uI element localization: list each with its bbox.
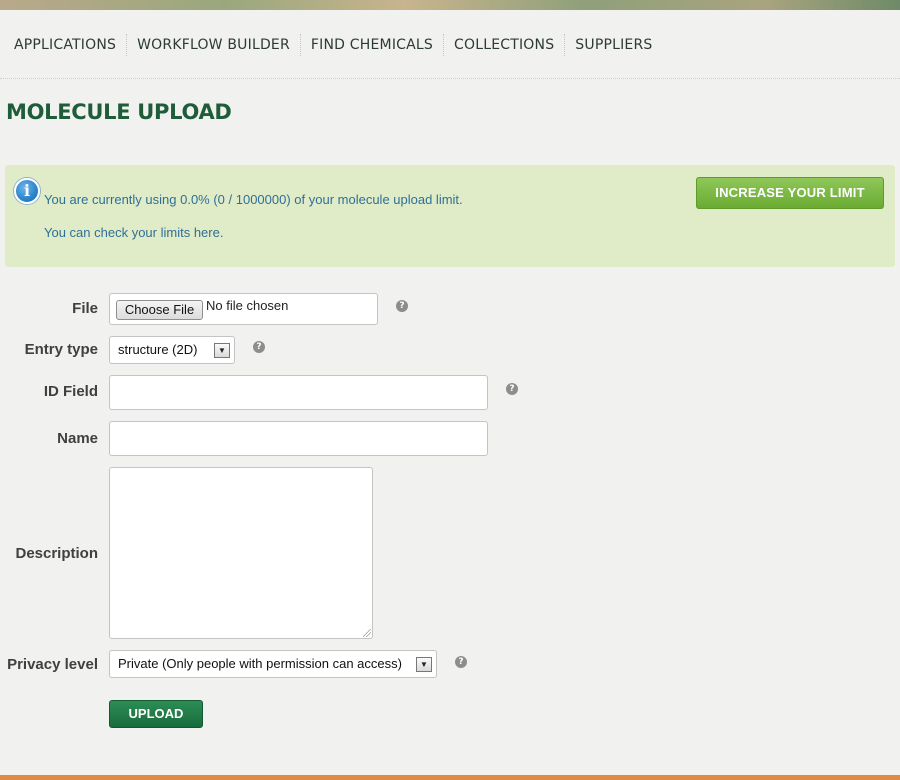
id-field-label: ID Field [43,383,98,400]
description-label: Description [15,545,98,562]
usage-text: You are currently using 0.0% (0 / 100000… [44,192,463,207]
name-input[interactable] [109,421,488,456]
nav-divider [0,78,900,79]
file-help-icon[interactable]: ? [396,300,408,312]
chevron-down-icon: ▼ [214,343,230,358]
entry-type-label: Entry type [24,341,98,358]
upload-limit-notice: i You are currently using 0.0% (0 / 1000… [5,165,895,267]
entry-type-value: structure (2D) [118,342,198,357]
limits-text: You can check your limits here. [44,225,223,240]
nav-workflow-builder[interactable]: WORKFLOW BUILDER [126,34,300,56]
file-label: File [72,300,98,317]
no-file-chosen-text: No file chosen [206,298,289,313]
privacy-level-value: Private (Only people with permission can… [118,656,402,671]
privacy-level-select[interactable]: Private (Only people with permission can… [109,650,437,678]
chevron-down-icon: ▼ [416,657,432,672]
main-nav: APPLICATIONS WORKFLOW BUILDER FIND CHEMI… [0,34,663,56]
header-banner-image [0,0,900,10]
nav-find-chemicals[interactable]: FIND CHEMICALS [299,34,443,56]
entry-type-select[interactable]: structure (2D) ▼ [109,336,235,364]
privacy-help-icon[interactable]: ? [455,656,467,668]
id-field-help-icon[interactable]: ? [506,383,518,395]
resize-handle-icon[interactable] [363,629,371,637]
description-textarea[interactable] [109,467,373,639]
upload-button[interactable]: UPLOAD [109,700,203,728]
nav-suppliers[interactable]: SUPPLIERS [564,34,662,56]
nav-collections[interactable]: COLLECTIONS [443,34,564,56]
nav-applications[interactable]: APPLICATIONS [0,34,126,56]
entry-type-help-icon[interactable]: ? [253,341,265,353]
page-title: MOLECULE UPLOAD [6,100,232,124]
info-icon: i [14,178,40,204]
increase-limit-button[interactable]: INCREASE YOUR LIMIT [696,177,884,209]
file-input[interactable]: Choose File No file chosen [109,293,378,325]
limits-prefix: You can check your limits [44,225,194,240]
name-label: Name [57,430,98,447]
id-field-input[interactable] [109,375,488,410]
privacy-level-label: Privacy level [7,656,98,673]
choose-file-button[interactable]: Choose File [116,300,203,320]
footer-bar [0,775,900,780]
limits-suffix: . [219,225,224,240]
limits-here-link[interactable]: here [194,225,220,240]
